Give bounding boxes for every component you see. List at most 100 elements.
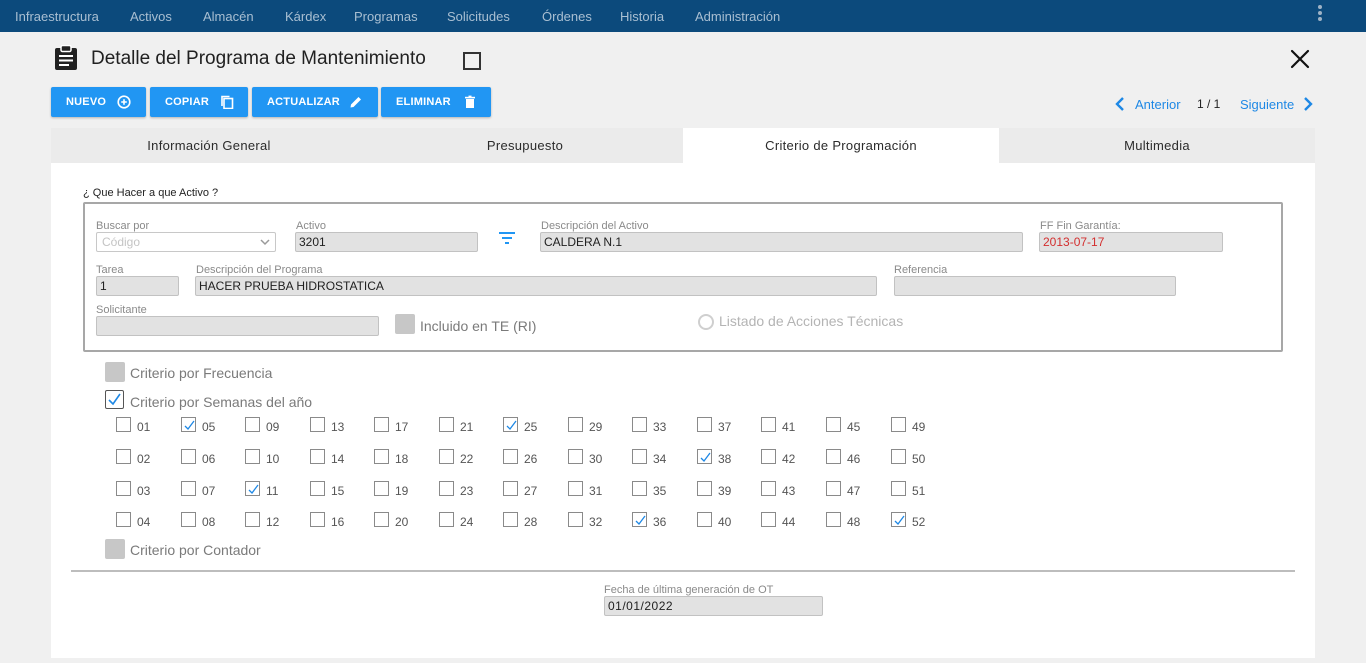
copiar-button[interactable]: COPIAR [150,87,248,117]
week-26-checkbox[interactable] [503,449,518,464]
week-06-checkbox[interactable] [181,449,196,464]
week-03-checkbox[interactable] [116,481,131,496]
incluido-te-checkbox[interactable] [395,314,415,334]
week-14-checkbox[interactable] [310,449,325,464]
week-40-label: 40 [718,515,732,529]
week-36-checkbox[interactable] [632,512,647,527]
nav-item-infraestructura[interactable]: Infraestructura [15,0,99,32]
nav-item-solicitudes[interactable]: Solicitudes [447,0,510,32]
week-13-checkbox[interactable] [310,417,325,432]
nuevo-button-label: NUEVO [66,96,107,108]
week-05-checkbox[interactable] [181,417,196,432]
week-01-checkbox[interactable] [116,417,131,432]
tarea-label: Tarea [96,264,124,276]
week-22-checkbox[interactable] [439,449,454,464]
descripcion-programa-field[interactable]: HACER PRUEBA HIDROSTATICA [195,276,877,296]
clipboard-icon [55,45,77,70]
week-47-checkbox[interactable] [826,481,841,496]
tarea-field[interactable]: 1 [96,276,179,296]
week-42-checkbox[interactable] [761,449,776,464]
week-07-checkbox[interactable] [181,481,196,496]
referencia-field[interactable] [894,276,1176,296]
nav-item-ordenes[interactable]: Órdenes [542,0,592,32]
week-27-checkbox[interactable] [503,481,518,496]
week-11-checkbox[interactable] [245,481,260,496]
week-19-checkbox[interactable] [374,481,389,496]
criterio-frecuencia-checkbox[interactable] [105,362,125,382]
nav-item-activos[interactable]: Activos [130,0,172,32]
week-24-checkbox[interactable] [439,512,454,527]
title-checkbox[interactable] [463,52,481,70]
week-35-checkbox[interactable] [632,481,647,496]
nav-item-programas[interactable]: Programas [354,0,418,32]
filter-icon[interactable] [498,231,516,245]
criterio-contador-checkbox[interactable] [105,539,125,559]
close-icon[interactable] [1288,47,1312,71]
week-31-checkbox[interactable] [568,481,583,496]
week-52-checkbox[interactable] [891,512,906,527]
tab-criterio-programacion[interactable]: Criterio de Programación [683,128,999,163]
week-16-checkbox[interactable] [310,512,325,527]
criterio-semanas-checkbox[interactable] [105,390,124,409]
buscar-por-select[interactable]: Código [96,232,276,252]
week-40-checkbox[interactable] [697,512,712,527]
week-12-checkbox[interactable] [245,512,260,527]
ff-fin-garantia-field[interactable]: 2013-07-17 [1039,232,1223,252]
tab-informacion-general[interactable]: Información General [51,128,367,163]
week-19-label: 19 [395,484,409,498]
week-34-checkbox[interactable] [632,449,647,464]
week-15-checkbox[interactable] [310,481,325,496]
actualizar-button[interactable]: ACTUALIZAR [252,87,378,117]
week-17-checkbox[interactable] [374,417,389,432]
week-46-checkbox[interactable] [826,449,841,464]
week-23-checkbox[interactable] [439,481,454,496]
nuevo-button[interactable]: NUEVO [51,87,146,117]
nav-item-almacen[interactable]: Almacén [203,0,254,32]
chevron-right-icon[interactable] [1301,96,1315,112]
week-04-checkbox[interactable] [116,512,131,527]
eliminar-button[interactable]: ELIMINAR [381,87,491,117]
activo-field[interactable]: 3201 [295,232,478,252]
week-51-checkbox[interactable] [891,481,906,496]
week-09-checkbox[interactable] [245,417,260,432]
week-43-checkbox[interactable] [761,481,776,496]
week-32-checkbox[interactable] [568,512,583,527]
listado-acciones-label: Listado de Acciones Técnicas [719,313,904,329]
nav-item-administracion[interactable]: Administración [695,0,780,32]
tab-multimedia[interactable]: Multimedia [999,128,1315,163]
chevron-left-icon[interactable] [1113,96,1127,112]
page-title: Detalle del Programa de Mantenimiento [91,48,426,69]
more-vert-icon[interactable] [1314,5,1326,25]
week-30-checkbox[interactable] [568,449,583,464]
week-49-checkbox[interactable] [891,417,906,432]
siguiente-link[interactable]: Siguiente [1240,97,1294,112]
anterior-link[interactable]: Anterior [1135,97,1181,112]
week-45-checkbox[interactable] [826,417,841,432]
week-02-checkbox[interactable] [116,449,131,464]
tab-presupuesto[interactable]: Presupuesto [367,128,683,163]
week-25-checkbox[interactable] [503,417,518,432]
descripcion-activo-field[interactable]: CALDERA N.1 [540,232,1023,252]
week-29-checkbox[interactable] [568,417,583,432]
week-08-checkbox[interactable] [181,512,196,527]
week-48-checkbox[interactable] [826,512,841,527]
week-18-checkbox[interactable] [374,449,389,464]
week-44-checkbox[interactable] [761,512,776,527]
week-39-checkbox[interactable] [697,481,712,496]
descripcion-programa-label: Descripción del Programa [196,264,323,276]
fecha-generacion-field[interactable]: 01/01/2022 [604,596,823,616]
week-50-checkbox[interactable] [891,449,906,464]
nav-item-historia[interactable]: Historia [620,0,664,32]
week-38-checkbox[interactable] [697,449,712,464]
nav-item-kardex[interactable]: Kárdex [285,0,326,32]
week-10-checkbox[interactable] [245,449,260,464]
week-21-checkbox[interactable] [439,417,454,432]
week-28-checkbox[interactable] [503,512,518,527]
week-20-checkbox[interactable] [374,512,389,527]
listado-acciones-radio[interactable] [698,314,714,330]
week-37-checkbox[interactable] [697,417,712,432]
week-41-checkbox[interactable] [761,417,776,432]
week-33-checkbox[interactable] [632,417,647,432]
week-08-label: 08 [202,515,216,529]
solicitante-field[interactable] [96,316,379,336]
